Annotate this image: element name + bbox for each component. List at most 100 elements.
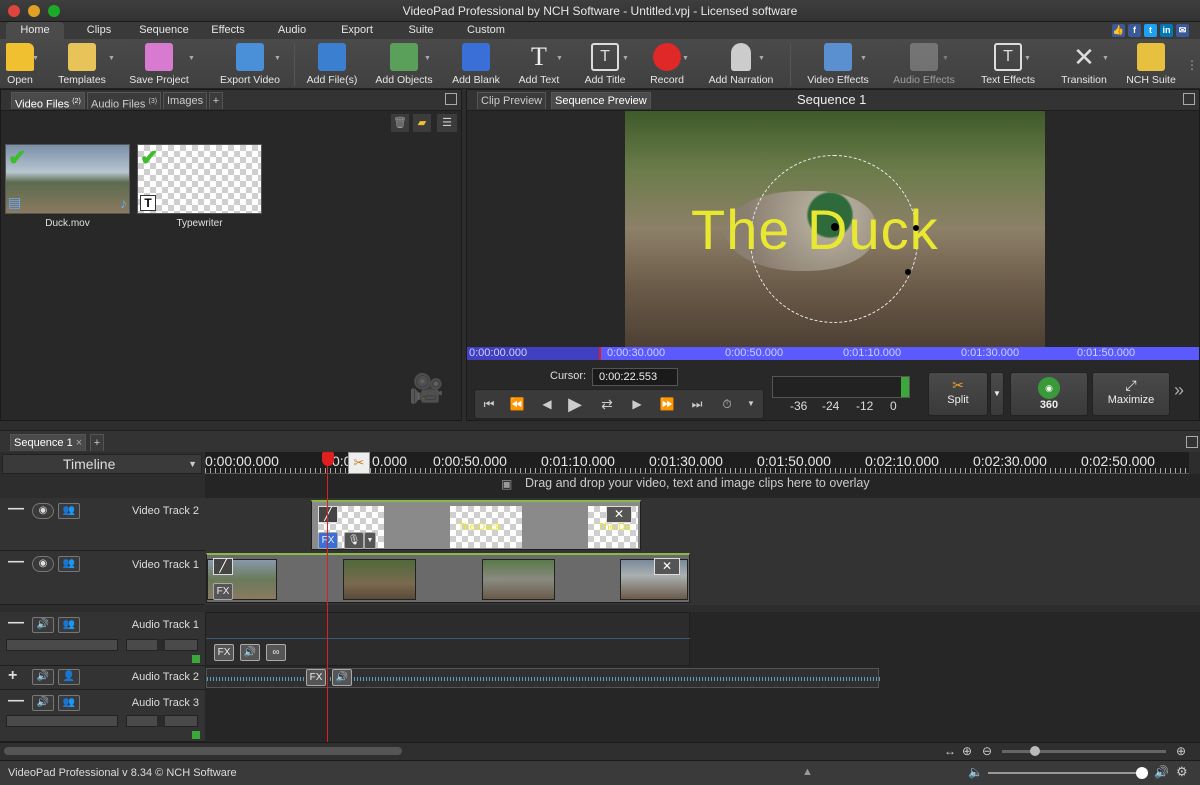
collapse-track-icon[interactable]: — bbox=[8, 500, 24, 518]
tab-audio-files[interactable]: Audio Files (3) bbox=[87, 92, 162, 111]
volume-low-icon[interactable]: 🔈 bbox=[968, 765, 983, 779]
thumbs-up-icon[interactable]: 👍 bbox=[1112, 24, 1125, 37]
360-button[interactable]: ◉ 360 bbox=[1010, 372, 1088, 416]
tab-clip-preview[interactable]: Clip Preview bbox=[477, 92, 547, 109]
tab-clips[interactable]: Clips bbox=[74, 22, 124, 39]
collapse-track-icon[interactable]: — bbox=[8, 553, 24, 571]
speaker-icon[interactable]: 🔊 bbox=[32, 669, 54, 685]
audio-fx-button[interactable]: FX bbox=[214, 644, 234, 661]
cursor-time-field[interactable]: 0:00:22.553 bbox=[592, 368, 678, 386]
microphone-icon[interactable]: 🎙 bbox=[344, 532, 364, 549]
tab-home[interactable]: Home bbox=[6, 22, 64, 39]
speaker-icon[interactable]: 🔊 bbox=[32, 695, 54, 711]
rotate-handle[interactable] bbox=[913, 225, 919, 231]
title-clip[interactable]: The Duck The Du ╱ ✕ FX 🎙 ▼ bbox=[311, 500, 641, 550]
person-icon[interactable]: 👤 bbox=[58, 669, 80, 685]
fit-timeline-icon[interactable]: ↔ bbox=[944, 744, 956, 758]
eye-icon[interactable]: ◉ bbox=[32, 556, 54, 572]
mixer-icon[interactable]: ⚙ bbox=[1176, 764, 1188, 780]
export-video-button[interactable]: Export Video ▼ bbox=[214, 41, 286, 87]
dropdown-arrow-icon[interactable]: ▼ bbox=[740, 392, 762, 416]
close-tab-icon[interactable]: × bbox=[76, 437, 82, 449]
clip-thumbnail-typewriter[interactable]: ✔ T bbox=[137, 144, 262, 214]
more-chevron-icon[interactable]: » bbox=[1174, 380, 1184, 401]
tab-effects[interactable]: Effects bbox=[202, 22, 254, 39]
video-preview[interactable]: The Duck bbox=[625, 111, 1045, 347]
add-narration-button[interactable]: Add Narration ▼ bbox=[704, 41, 778, 87]
speaker-icon[interactable]: 🔊 bbox=[32, 617, 54, 633]
volume-slider[interactable] bbox=[6, 639, 118, 651]
next-clip-icon[interactable]: ⏩ bbox=[656, 392, 678, 416]
fade-in-icon[interactable]: ╱ bbox=[213, 558, 233, 575]
undock-icon[interactable] bbox=[1183, 93, 1195, 105]
tab-export[interactable]: Export bbox=[332, 22, 382, 39]
clip-thumbnail-duck[interactable]: ✔ ▤ ♪ bbox=[5, 144, 130, 214]
timeline-mode-select[interactable]: Timeline ▼ bbox=[2, 454, 202, 474]
speaker-icon[interactable]: 🔊 bbox=[332, 669, 352, 686]
add-files-button[interactable]: Add File(s) bbox=[304, 41, 360, 87]
tab-sequence[interactable]: Sequence bbox=[132, 22, 196, 39]
track-users-icon[interactable]: 👥 bbox=[58, 695, 80, 711]
collapse-track-icon[interactable]: — bbox=[8, 692, 24, 710]
add-title-button[interactable]: T Add Title ▼ bbox=[580, 41, 630, 87]
overlay-title-text[interactable]: The Duck bbox=[691, 197, 939, 262]
anchor-handle[interactable] bbox=[831, 223, 839, 231]
text-effects-button[interactable]: T Text Effects ▼ bbox=[974, 41, 1042, 87]
transition-icon[interactable]: ✕ bbox=[654, 558, 680, 575]
add-sequence-button[interactable]: + bbox=[90, 434, 104, 451]
volume-slider[interactable] bbox=[6, 715, 118, 727]
open-button[interactable]: Open ▼ bbox=[2, 41, 39, 87]
split-dropdown-button[interactable]: ▼ bbox=[990, 372, 1004, 416]
add-text-button[interactable]: T Add Text ▼ bbox=[514, 41, 564, 87]
tab-sequence-preview[interactable]: Sequence Preview bbox=[551, 92, 651, 109]
split-button[interactable]: ✂ Split bbox=[928, 372, 988, 416]
add-blank-button[interactable]: Add Blank bbox=[450, 41, 502, 87]
templates-button[interactable]: Templates ▼ bbox=[52, 41, 115, 87]
go-to-end-icon[interactable]: ⏭ bbox=[686, 392, 708, 416]
playhead-handle[interactable] bbox=[322, 452, 334, 466]
pan-slider[interactable] bbox=[126, 715, 198, 727]
undock-icon[interactable] bbox=[445, 93, 457, 105]
track-users-icon[interactable]: 👥 bbox=[58, 503, 80, 519]
zoom-out-icon[interactable]: ⊖ bbox=[982, 744, 992, 758]
track-users-icon[interactable]: 👥 bbox=[58, 617, 80, 633]
audio-effects-button[interactable]: Audio Effects ▼ bbox=[888, 41, 960, 87]
overlay-drop-zone[interactable]: ▣ Drag and drop your video, text and ima… bbox=[205, 474, 1200, 498]
split-at-playhead-icon[interactable]: ✂ bbox=[348, 452, 370, 474]
new-folder-icon[interactable]: ▰ bbox=[413, 114, 431, 132]
transition-icon[interactable]: ✕ bbox=[606, 506, 632, 523]
toolbar-overflow-icon[interactable]: ⋮ bbox=[1186, 58, 1198, 72]
up-arrow-icon[interactable]: ▲ bbox=[802, 766, 813, 778]
step-back-icon[interactable]: ◀ bbox=[536, 392, 558, 416]
clip-fx-button[interactable]: FX bbox=[213, 583, 233, 600]
audio-fx-button[interactable]: FX bbox=[306, 669, 326, 686]
tab-video-files[interactable]: Video Files (2) bbox=[11, 92, 85, 111]
fade-in-icon[interactable]: ╱ bbox=[318, 506, 338, 523]
zoom-in-icon[interactable]: ⊕ bbox=[1176, 744, 1186, 758]
zoom-in-icon[interactable]: ⊕ bbox=[962, 744, 972, 758]
preview-scrub-bar[interactable]: 0:00:00.000 0:00:30.000 0:00:50.000 0:01… bbox=[467, 347, 1199, 360]
trash-icon[interactable]: 🗑 bbox=[391, 114, 409, 132]
email-icon[interactable]: ✉ bbox=[1176, 24, 1189, 37]
horizontal-scrollbar[interactable] bbox=[4, 747, 402, 755]
play-icon[interactable]: ▶ bbox=[564, 392, 586, 416]
video-effects-button[interactable]: Video Effects ▼ bbox=[802, 41, 874, 87]
expand-track-icon[interactable]: + bbox=[8, 667, 17, 685]
tab-custom[interactable]: Custom bbox=[458, 22, 514, 39]
preview-playhead[interactable] bbox=[599, 347, 601, 360]
save-project-button[interactable]: Save Project ▼ bbox=[124, 41, 195, 87]
master-volume-slider[interactable] bbox=[988, 767, 1148, 779]
previous-clip-icon[interactable]: ⏪ bbox=[506, 392, 528, 416]
collapse-track-icon[interactable]: — bbox=[8, 614, 24, 632]
track-users-icon[interactable]: 👥 bbox=[58, 556, 80, 572]
clip-fx-button[interactable]: FX bbox=[318, 532, 338, 549]
add-objects-button[interactable]: Add Objects ▼ bbox=[372, 41, 436, 87]
linkedin-icon[interactable]: in bbox=[1160, 24, 1173, 37]
pan-slider[interactable] bbox=[126, 639, 198, 651]
timeline-playhead[interactable] bbox=[327, 466, 328, 742]
facebook-icon[interactable]: f bbox=[1128, 24, 1141, 37]
speaker-icon[interactable]: 🔊 bbox=[240, 644, 260, 661]
step-forward-icon[interactable]: ▶ bbox=[626, 392, 648, 416]
nch-suite-button[interactable]: NCH Suite bbox=[1122, 41, 1180, 87]
video-clip-duck[interactable] bbox=[206, 553, 690, 603]
